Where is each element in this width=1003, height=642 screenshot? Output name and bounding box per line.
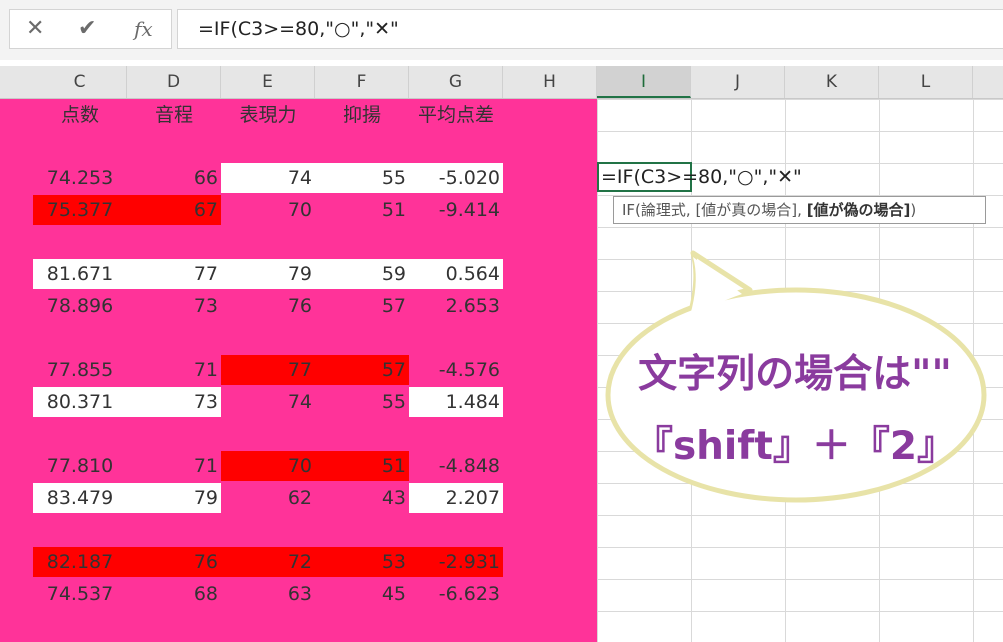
cell-c[interactable]: 77.855	[33, 355, 127, 385]
cell-g[interactable]: -6.623	[409, 579, 503, 609]
column-header-j[interactable]: J	[691, 66, 785, 98]
cell-f[interactable]: 53	[315, 547, 409, 577]
cell-d[interactable]: 71	[127, 355, 221, 385]
cell-g[interactable]: -4.576	[409, 355, 503, 385]
cell-f[interactable]: 43	[315, 483, 409, 513]
cell-d[interactable]: 73	[127, 291, 221, 321]
cell-g[interactable]: 1.484	[409, 387, 503, 417]
cell-f[interactable]: 57	[315, 355, 409, 385]
cell-c[interactable]: 77.810	[33, 451, 127, 481]
column-header-f[interactable]: F	[315, 66, 409, 98]
active-cell-formula: =IF(C3>=80,"○","✕"	[601, 166, 802, 188]
cell-d[interactable]: 76	[127, 547, 221, 577]
cell-d[interactable]: 71	[127, 451, 221, 481]
cell-f[interactable]: 51	[315, 451, 409, 481]
cell-c[interactable]: 78.896	[33, 291, 127, 321]
cell-d[interactable]: 66	[127, 163, 221, 193]
cell-e[interactable]: 74	[221, 163, 315, 193]
column-header-l[interactable]: L	[879, 66, 973, 98]
column-header-e[interactable]: E	[221, 66, 315, 98]
cell-e[interactable]: 79	[221, 259, 315, 289]
callout-line-1: 文字列の場合は""	[638, 352, 952, 397]
tooltip-current-arg[interactable]: [値が偽の場合]	[807, 201, 911, 219]
header-intonation: 抑揚	[342, 104, 381, 126]
callout-line-2: 『shift』＋『2』	[633, 424, 957, 469]
cell-e[interactable]: 77	[221, 355, 315, 385]
header-score: 点数	[60, 104, 99, 126]
column-header-k[interactable]: K	[785, 66, 879, 98]
cell-g[interactable]: 0.564	[409, 259, 503, 289]
cell-f[interactable]: 55	[315, 387, 409, 417]
formula-bar-buttons: ✕ ✔ fx	[9, 9, 172, 49]
cell-d[interactable]: 79	[127, 483, 221, 513]
cell-c[interactable]: 81.671	[33, 259, 127, 289]
cell-d[interactable]: 68	[127, 579, 221, 609]
column-header-row: C D E F G H I J K L	[0, 66, 1003, 99]
cell-f[interactable]: 51	[315, 195, 409, 225]
cell-f[interactable]: 45	[315, 579, 409, 609]
column-header-d[interactable]: D	[127, 66, 221, 98]
cell-e[interactable]: 74	[221, 387, 315, 417]
formula-bar: ✕ ✔ fx =IF(C3>=80,"○","✕"	[0, 0, 1003, 60]
cell-c[interactable]: 82.187	[33, 547, 127, 577]
check-icon[interactable]: ✔	[78, 16, 96, 42]
cell-d[interactable]: 73	[127, 387, 221, 417]
formula-input[interactable]: =IF(C3>=80,"○","✕"	[177, 9, 1003, 49]
cell-c[interactable]: 80.371	[33, 387, 127, 417]
cell-e[interactable]: 70	[221, 451, 315, 481]
cell-g[interactable]: -2.931	[409, 547, 503, 577]
header-expression: 表現力	[239, 104, 297, 126]
cell-c[interactable]: 75.377	[33, 195, 127, 225]
column-header-i[interactable]: I	[597, 66, 691, 98]
cell-c[interactable]: 74.537	[33, 579, 127, 609]
column-header-c[interactable]: C	[33, 66, 127, 98]
cell-g[interactable]: -5.020	[409, 163, 503, 193]
cell-c[interactable]: 74.253	[33, 163, 127, 193]
column-header-g[interactable]: G	[409, 66, 503, 98]
cell-f[interactable]: 59	[315, 259, 409, 289]
cell-g[interactable]: -4.848	[409, 451, 503, 481]
cell-d[interactable]: 67	[127, 195, 221, 225]
cell-g[interactable]: -9.414	[409, 195, 503, 225]
cell-f[interactable]: 55	[315, 163, 409, 193]
cell-e[interactable]: 70	[221, 195, 315, 225]
cell-d[interactable]: 77	[127, 259, 221, 289]
tooltip-close-paren: )	[910, 201, 917, 219]
cell-e[interactable]: 76	[221, 291, 315, 321]
cell-e[interactable]: 62	[221, 483, 315, 513]
tooltip-args: IF(論理式, [値が真の場合],	[622, 201, 807, 219]
cell-e[interactable]: 72	[221, 547, 315, 577]
function-tooltip: IF(論理式, [値が真の場合], [値が偽の場合])	[613, 196, 986, 224]
cell-g[interactable]: 2.653	[409, 291, 503, 321]
header-avg-diff: 平均点差	[417, 104, 494, 126]
formula-text: =IF(C3>=80,"○","✕"	[198, 18, 399, 40]
cell-c[interactable]: 83.479	[33, 483, 127, 513]
cell-g[interactable]: 2.207	[409, 483, 503, 513]
column-header-h[interactable]: H	[503, 66, 597, 98]
cell-f[interactable]: 57	[315, 291, 409, 321]
header-pitch: 音程	[154, 104, 193, 126]
close-icon[interactable]: ✕	[26, 16, 44, 42]
fx-icon[interactable]: fx	[134, 16, 153, 42]
cell-e[interactable]: 63	[221, 579, 315, 609]
